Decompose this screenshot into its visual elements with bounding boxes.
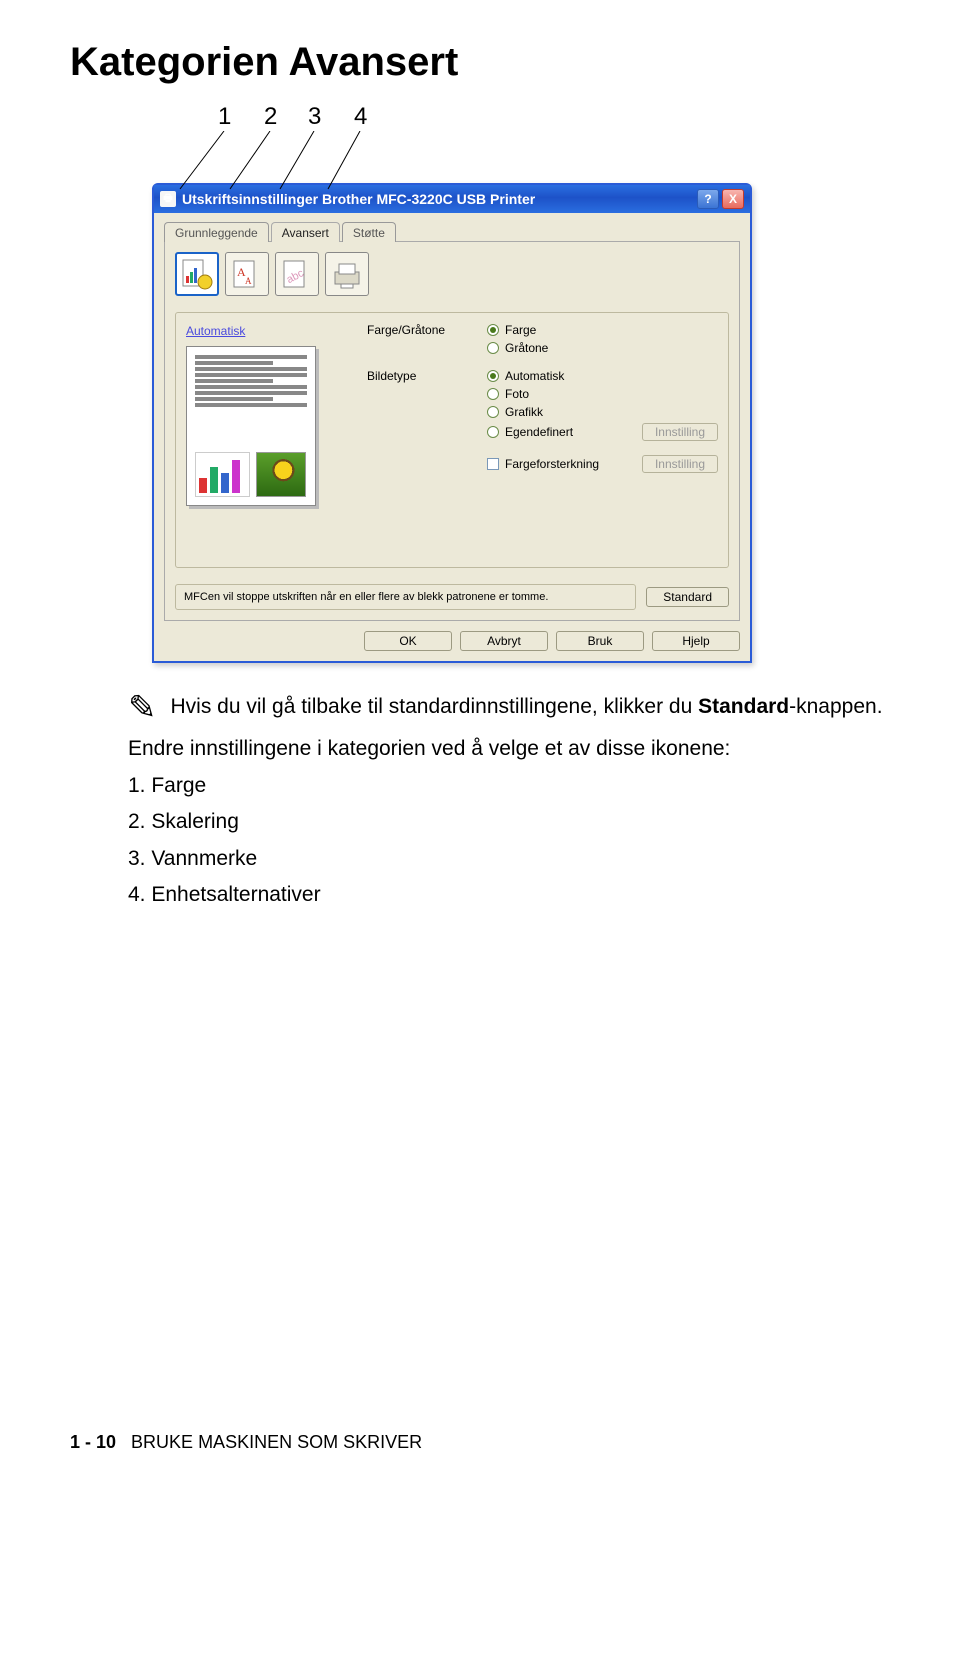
svg-text:A: A: [245, 276, 252, 286]
label-bildetype: Bildetype: [367, 369, 487, 383]
innstilling-button-2[interactable]: Innstilling: [642, 455, 718, 473]
ok-button[interactable]: OK: [364, 631, 452, 651]
standard-button[interactable]: Standard: [646, 587, 729, 607]
page-heading: Kategorien Avansert: [70, 40, 890, 85]
radio-farge-label: Farge: [505, 323, 536, 337]
bruk-button[interactable]: Bruk: [556, 631, 644, 651]
radio-foto-label: Foto: [505, 387, 529, 401]
tab-strip: Grunnleggende Avansert Støtte: [164, 221, 740, 241]
radio-farge[interactable]: Farge: [487, 323, 548, 337]
radio-egendefinert[interactable]: Egendefinert Innstilling: [487, 423, 718, 441]
tab-avansert[interactable]: Avansert: [271, 222, 340, 242]
radio-automatisk-label: Automatisk: [505, 369, 564, 383]
note-tail: -knappen.: [789, 695, 882, 718]
dialog-title: Utskriftsinnstillinger Brother MFC-3220C…: [182, 191, 694, 207]
chart-thumbnail-icon: [195, 452, 250, 497]
radio-egendefinert-label: Egendefinert: [505, 425, 573, 439]
avbryt-button[interactable]: Avbryt: [460, 631, 548, 651]
callout-1: 1: [218, 103, 231, 131]
help-button[interactable]: ?: [697, 189, 719, 209]
radio-grafikk[interactable]: Grafikk: [487, 405, 718, 419]
list-item-2: 2. Skalering: [128, 806, 890, 839]
footer-page-number: 1 - 10: [70, 1432, 116, 1452]
note-text: Hvis du vil gå tilbake til standardinnst…: [171, 695, 699, 718]
close-button[interactable]: X: [722, 189, 744, 209]
info-message: MFCen vil stoppe utskriften når en eller…: [175, 584, 636, 610]
pencil-note-icon: ✎: [128, 691, 157, 725]
preview-mode-label: Automatisk: [186, 324, 245, 338]
list-item-3: 3. Vannmerke: [128, 843, 890, 876]
label-farge-gratone: Farge/Gråtone: [367, 323, 487, 337]
radio-gratone-label: Gråtone: [505, 341, 548, 355]
label-fargeforsterkning: Fargeforsterkning: [505, 457, 599, 471]
color-mode-icon[interactable]: [175, 252, 219, 296]
tab-grunnleggende[interactable]: Grunnleggende: [164, 222, 269, 242]
printer-icon: 🖶: [160, 191, 176, 207]
page-footer: 1 - 10 BRUKE MASKINEN SOM SKRIVER: [70, 1432, 890, 1453]
callout-2: 2: [264, 103, 277, 131]
radio-automatisk[interactable]: Automatisk: [487, 369, 718, 383]
tab-panel-avansert: AA abc Automatisk: [164, 241, 740, 621]
innstilling-button-1[interactable]: Innstilling: [642, 423, 718, 441]
list-item-1: 1. Farge: [128, 770, 890, 803]
photo-thumbnail-icon: [256, 452, 306, 497]
checkbox-fargeforsterkning[interactable]: [487, 458, 499, 470]
info-note: ✎ Hvis du vil gå tilbake til standardinn…: [128, 691, 890, 725]
callout-numbers: 1 2 3 4: [112, 103, 890, 183]
intro-line: Endre innstillingene i kategorien ved å …: [128, 733, 890, 766]
list-item-4: 4. Enhetsalternativer: [128, 879, 890, 912]
settings-group: Automatisk: [175, 312, 729, 568]
device-options-icon[interactable]: [325, 252, 369, 296]
watermark-icon[interactable]: abc: [275, 252, 319, 296]
tab-stotte[interactable]: Støtte: [342, 222, 396, 242]
print-settings-dialog: 🖶 Utskriftsinnstillinger Brother MFC-322…: [152, 183, 752, 663]
footer-section: BRUKE MASKINEN SOM SKRIVER: [131, 1432, 422, 1452]
hjelp-button[interactable]: Hjelp: [652, 631, 740, 651]
scaling-icon[interactable]: AA: [225, 252, 269, 296]
preview-thumbnail: [186, 346, 316, 506]
radio-gratone[interactable]: Gråtone: [487, 341, 548, 355]
callout-3: 3: [308, 103, 321, 131]
instruction-text: Endre innstillingene i kategorien ved å …: [128, 733, 890, 912]
radio-grafikk-label: Grafikk: [505, 405, 543, 419]
callout-4: 4: [354, 103, 367, 131]
note-bold: Standard: [698, 695, 789, 718]
radio-foto[interactable]: Foto: [487, 387, 718, 401]
